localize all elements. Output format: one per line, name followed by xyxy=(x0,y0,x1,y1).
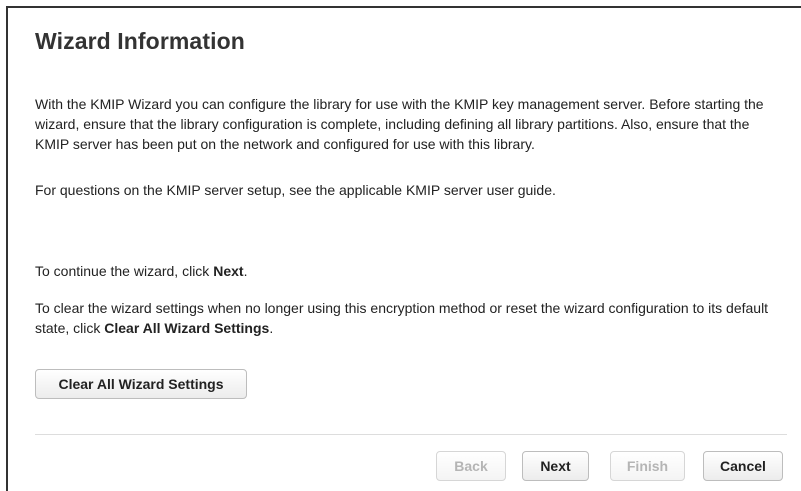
intro-paragraph: With the KMIP Wizard you can configure t… xyxy=(35,96,764,152)
finish-button[interactable]: Finish xyxy=(610,451,685,481)
continue-next-label: Next xyxy=(213,263,244,279)
wizard-panel: Wizard Information With the KMIP Wizard … xyxy=(6,6,801,491)
next-button[interactable]: Next xyxy=(522,451,589,481)
back-button[interactable]: Back xyxy=(436,451,506,481)
kmip-setup-note: For questions on the KMIP server setup, … xyxy=(35,182,556,198)
clear-all-wizard-settings-button[interactable]: Clear All Wizard Settings xyxy=(35,369,247,399)
continue-text: To continue the wizard, click xyxy=(35,263,214,279)
clear-period: . xyxy=(269,320,274,336)
footer-divider xyxy=(35,434,787,435)
page-title: Wizard Information xyxy=(35,28,245,54)
continue-period: . xyxy=(243,263,248,279)
clear-instruction: To clear the wizard settings when no lon… xyxy=(35,298,787,338)
clear-settings-label: Clear All Wizard Settings xyxy=(104,320,270,336)
cancel-button[interactable]: Cancel xyxy=(703,451,783,481)
continue-instruction: To continue the wizard, click Next. xyxy=(35,261,787,281)
